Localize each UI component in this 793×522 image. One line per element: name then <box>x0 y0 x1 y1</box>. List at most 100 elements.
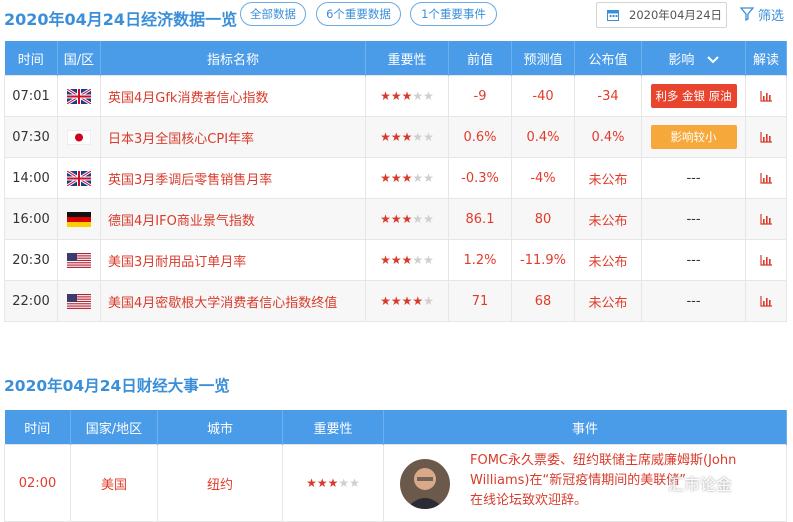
forecast-value: 0.4% <box>511 116 575 158</box>
indicator-name-link[interactable]: 德国4月IFO商业景气指数 <box>100 198 366 240</box>
previous-value: 0.6% <box>448 116 512 158</box>
page-title: 2020年04月24日经济数据一览 <box>4 10 238 29</box>
chevron-down-icon <box>706 56 719 64</box>
events-table-header: 时间 国家/地区 城市 重要性 事件 <box>4 410 787 445</box>
date-picker[interactable]: 2020年04月24日 <box>596 2 727 28</box>
time-cell: 16:00 <box>4 198 58 240</box>
analysis-chart-icon[interactable] <box>745 239 787 281</box>
table-row[interactable]: 20:30 美国3月耐用品订单月率 ★★★★★ 1.2% -11.9% 未公布 --- <box>4 239 787 281</box>
actual-value: -34 <box>574 75 642 117</box>
event-city: 纽约 <box>157 444 283 522</box>
importance-stars: ★★★★★ <box>365 157 449 199</box>
country-flag-icon <box>57 75 101 117</box>
importance-stars: ★★★★★ <box>365 116 449 158</box>
filter-important-data-button[interactable]: 6个重要数据 <box>316 2 401 26</box>
importance-stars: ★★★★★ <box>365 75 449 117</box>
date-value: 2020年04月24日 <box>629 8 723 22</box>
impact-text: --- <box>686 293 701 309</box>
impact-text: --- <box>686 211 701 227</box>
table-row[interactable]: 07:01 英国4月Gfk消费者信心指数 ★★★★★ -9 -40 -34 利多 金银 原油 <box>4 75 787 117</box>
watermark: 汇市论金 <box>668 475 733 494</box>
analysis-chart-icon[interactable] <box>745 280 787 322</box>
event-text-line: Williams)在“新冠疫情期间的美联储” <box>470 473 686 488</box>
previous-value: 1.2% <box>448 239 512 281</box>
time-cell: 22:00 <box>4 280 58 322</box>
importance-stars: ★★★★★ <box>365 280 449 322</box>
country-flag-icon <box>57 280 101 322</box>
impact-badge: 影响较小 <box>650 125 737 149</box>
top-bar: 2020年04月24日经济数据一览 全部数据 6个重要数据 1个重要事件 202… <box>0 0 793 34</box>
previous-value: 71 <box>448 280 512 322</box>
filter-all-data-button[interactable]: 全部数据 <box>240 2 306 26</box>
previous-value: -9 <box>448 75 512 117</box>
col-forecast: 预测值 <box>511 41 575 76</box>
indicator-name-link[interactable]: 日本3月全国核心CPI年率 <box>100 116 366 158</box>
col-event-description: 事件 <box>383 410 787 445</box>
time-cell: 07:30 <box>4 116 58 158</box>
impact-cell: 利多 金银 原油 <box>641 75 746 117</box>
table-row[interactable]: 14:00 英国3月季调后零售销售月率 ★★★★★ -0.3% -4% 未公布 --- <box>4 157 787 199</box>
table-header: 时间 国/区 指标名称 重要性 前值 预测值 公布值 影响 解读 <box>4 41 787 76</box>
col-time: 时间 <box>4 41 58 76</box>
actual-value: 未公布 <box>574 157 642 199</box>
table-row[interactable]: 16:00 德国4月IFO商业景气指数 ★★★★★ 86.1 80 未公布 --- <box>4 198 787 240</box>
impact-cell: --- <box>641 239 746 281</box>
col-previous: 前值 <box>448 41 512 76</box>
previous-value: -0.3% <box>448 157 512 199</box>
impact-cell: --- <box>641 280 746 322</box>
event-importance-stars: ★★★★★ <box>282 444 384 522</box>
table-row[interactable]: 22:00 美国4月密歇根大学消费者信心指数终值 ★★★★★ 71 68 未公布 --- <box>4 280 787 322</box>
actual-value: 未公布 <box>574 198 642 240</box>
col-event-city: 城市 <box>157 410 283 445</box>
event-text-line: 在线论坛致欢迎辞。 <box>470 493 588 508</box>
indicator-name-link[interactable]: 英国4月Gfk消费者信心指数 <box>100 75 366 117</box>
country-flag-icon <box>57 157 101 199</box>
impact-text: --- <box>686 170 701 186</box>
impact-cell: --- <box>641 157 746 199</box>
forecast-value: -4% <box>511 157 575 199</box>
country-flag-icon <box>57 116 101 158</box>
col-event-time: 时间 <box>4 410 71 445</box>
importance-stars: ★★★★★ <box>365 239 449 281</box>
col-importance: 重要性 <box>365 41 449 76</box>
avatar <box>400 459 450 509</box>
actual-value: 未公布 <box>574 239 642 281</box>
events-table: 时间 国家/地区 城市 重要性 事件 02:00 美国 纽约 ★★★★★ FOMC永久票… <box>4 410 787 522</box>
actual-value: 未公布 <box>574 280 642 322</box>
impact-cell: --- <box>641 198 746 240</box>
forecast-value: 68 <box>511 280 575 322</box>
event-text: FOMC永久票委、纽约联储主席威廉姆斯(John Williams)在“新冠疫情期… <box>470 451 780 511</box>
col-event-country: 国家/地区 <box>70 410 158 445</box>
country-flag-icon <box>57 198 101 240</box>
indicator-name-link[interactable]: 美国4月密歇根大学消费者信心指数终值 <box>100 280 366 322</box>
analysis-chart-icon[interactable] <box>745 116 787 158</box>
col-impact[interactable]: 影响 <box>641 41 746 76</box>
indicator-name-link[interactable]: 美国3月耐用品订单月率 <box>100 239 366 281</box>
analysis-chart-icon[interactable] <box>745 198 787 240</box>
impact-text: --- <box>686 252 701 268</box>
col-country: 国/区 <box>57 41 101 76</box>
time-cell: 20:30 <box>4 239 58 281</box>
indicator-name-link[interactable]: 英国3月季调后零售销售月率 <box>100 157 366 199</box>
economic-data-table: 时间 国/区 指标名称 重要性 前值 预测值 公布值 影响 解读 07:01 英国… <box>4 41 787 322</box>
event-text-line: FOMC永久票委、纽约联储主席威廉姆斯(John <box>470 453 737 468</box>
country-flag-icon <box>57 239 101 281</box>
importance-stars: ★★★★★ <box>365 198 449 240</box>
col-actual: 公布值 <box>574 41 642 76</box>
table-row[interactable]: 07:30 日本3月全国核心CPI年率 ★★★★★ 0.6% 0.4% 0.4% 影响较小 <box>4 116 787 158</box>
previous-value: 86.1 <box>448 198 512 240</box>
col-event-importance: 重要性 <box>282 410 384 445</box>
analysis-chart-icon[interactable] <box>745 75 787 117</box>
filter-icon <box>740 7 754 21</box>
actual-value: 0.4% <box>574 116 642 158</box>
time-cell: 14:00 <box>4 157 58 199</box>
col-impact-label: 影响 <box>668 52 695 68</box>
calendar-icon <box>607 10 619 21</box>
col-indicator: 指标名称 <box>100 41 366 76</box>
filter-important-events-button[interactable]: 1个重要事件 <box>410 2 497 26</box>
analysis-chart-icon[interactable] <box>745 157 787 199</box>
events-section-title: 2020年04月24日财经大事一览 <box>4 377 230 395</box>
time-cell: 07:01 <box>4 75 58 117</box>
forecast-value: -11.9% <box>511 239 575 281</box>
forecast-value: 80 <box>511 198 575 240</box>
